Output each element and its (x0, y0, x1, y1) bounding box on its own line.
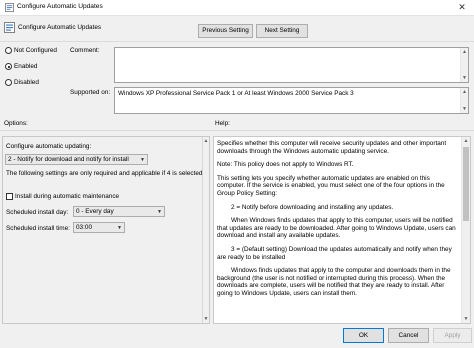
comment-textarea[interactable]: ▲ ▼ (114, 47, 469, 83)
comment-scrollbar[interactable]: ▲ ▼ (460, 48, 468, 82)
enabled-radio[interactable] (5, 63, 12, 70)
previous-setting-button[interactable]: Previous Setting (198, 24, 253, 38)
install-time-select[interactable]: 03:00 ▼ (73, 222, 125, 233)
help-paragraph: 3 = (Default setting) Download the updat… (217, 245, 452, 261)
policy-settings-icon (5, 3, 14, 12)
chevron-down-icon: ▼ (157, 209, 162, 215)
header-divider (0, 41, 474, 42)
apply-button[interactable]: Apply (433, 328, 472, 343)
scroll-up-icon[interactable]: ▲ (461, 48, 468, 56)
options-note: The following settings are only required… (6, 170, 205, 177)
maintenance-label: Install during automatic maintenance (15, 193, 120, 200)
next-setting-button[interactable]: Next Setting (256, 24, 308, 38)
window-title: Configure Automatic Updates (17, 3, 103, 10)
help-pane: Specifies whether this computer will rec… (213, 136, 471, 324)
help-paragraph: Note: This policy does not apply to Wind… (217, 161, 354, 169)
help-paragraph: Specifies whether this computer will rec… (217, 140, 447, 155)
scroll-thumb[interactable] (463, 147, 469, 221)
supported-on-value: Windows XP Professional Service Pack 1 o… (118, 90, 354, 97)
options-section-label: Options: (4, 120, 28, 127)
chevron-down-icon: ▼ (117, 225, 122, 231)
section-divider (0, 130, 474, 131)
supported-on-label: Supported on: (70, 89, 111, 96)
maintenance-checkbox[interactable] (6, 193, 13, 200)
close-icon[interactable]: ✕ (452, 1, 472, 14)
policy-settings-icon (4, 22, 15, 33)
scroll-down-icon[interactable]: ▼ (462, 315, 470, 323)
scroll-down-icon[interactable]: ▼ (203, 315, 209, 323)
title-bar: Configure Automatic Updates ✕ (0, 0, 474, 16)
policy-name: Configure Automatic Updates (18, 24, 102, 31)
help-text: Specifies whether this computer will rec… (214, 137, 460, 323)
configure-updating-value: 2 - Notify for download and notify for i… (8, 156, 129, 163)
help-paragraph: Windows finds updates that apply to the … (217, 267, 451, 297)
help-paragraph: This setting lets you specify whether au… (217, 174, 445, 197)
ok-button[interactable]: OK (343, 328, 384, 343)
not-configured-label: Not Configured (14, 47, 57, 54)
help-paragraph: When Windows finds updates that apply to… (217, 217, 456, 240)
enabled-label: Enabled (14, 63, 38, 70)
help-section-label: Help: (215, 120, 230, 127)
options-scrollbar[interactable]: ▲ ▼ (202, 137, 209, 323)
supported-on-box: Windows XP Professional Service Pack 1 o… (114, 87, 469, 114)
scroll-down-icon[interactable]: ▼ (461, 105, 468, 113)
install-day-select[interactable]: 0 - Every day ▼ (73, 206, 165, 217)
configure-updating-select[interactable]: 2 - Notify for download and notify for i… (5, 154, 148, 165)
chevron-down-icon: ▼ (140, 157, 145, 163)
configure-updating-label: Configure automatic updating: (6, 143, 92, 150)
install-time-value: 03:00 (76, 224, 92, 231)
install-time-label: Scheduled install time: (6, 225, 70, 232)
help-scrollbar[interactable]: ▲ ▼ (461, 137, 470, 323)
scroll-up-icon[interactable]: ▲ (462, 137, 470, 145)
scroll-down-icon[interactable]: ▼ (461, 74, 468, 82)
disabled-label: Disabled (14, 79, 39, 86)
install-day-value: 0 - Every day (76, 208, 114, 215)
cancel-button[interactable]: Cancel (388, 328, 429, 343)
supported-scrollbar[interactable]: ▲ ▼ (460, 88, 468, 113)
scroll-up-icon[interactable]: ▲ (203, 137, 209, 145)
help-paragraph: 2 = Notify before downloading and instal… (231, 203, 394, 211)
not-configured-radio[interactable] (5, 47, 12, 54)
disabled-radio[interactable] (5, 79, 12, 86)
comment-label: Comment: (70, 47, 100, 54)
scroll-up-icon[interactable]: ▲ (461, 88, 468, 96)
install-day-label: Scheduled install day: (6, 209, 69, 216)
